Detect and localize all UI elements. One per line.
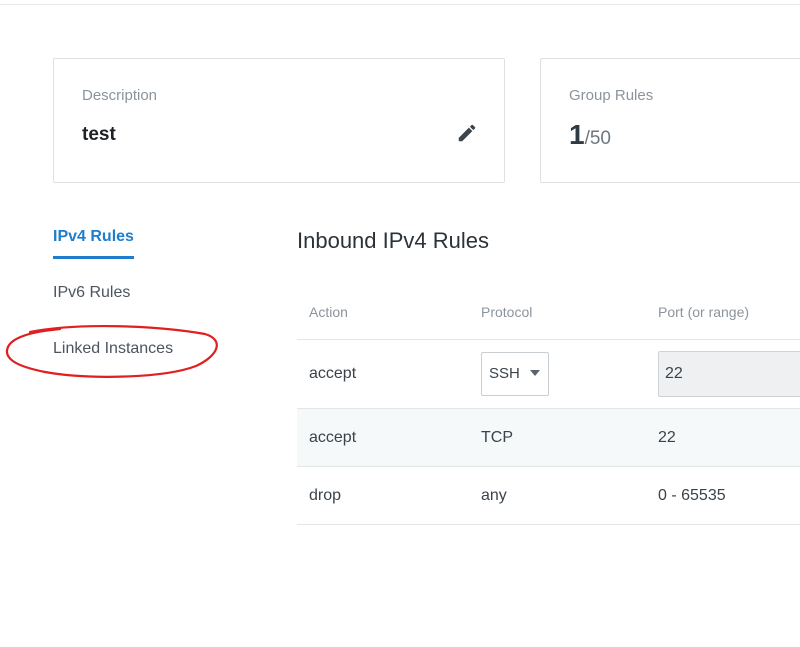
protocol-select[interactable]: SSH bbox=[481, 352, 549, 396]
description-card: Description test bbox=[53, 58, 505, 183]
edit-row-port-cell bbox=[646, 339, 800, 409]
row-action: drop bbox=[297, 466, 469, 525]
header-port: Port (or range) bbox=[646, 285, 800, 340]
pencil-icon[interactable] bbox=[456, 122, 478, 144]
group-rules-label: Group Rules bbox=[569, 87, 654, 104]
description-label: Description bbox=[82, 87, 158, 104]
port-input[interactable] bbox=[658, 351, 800, 397]
rules-table: Action Protocol Port (or range) accept S… bbox=[297, 285, 800, 525]
table-header-row: Action Protocol Port (or range) bbox=[297, 285, 800, 340]
group-rules-limit: /50 bbox=[584, 128, 611, 149]
caret-down-icon bbox=[530, 370, 540, 376]
header-action: Action bbox=[297, 285, 469, 340]
edit-row-protocol-cell: SSH bbox=[469, 339, 646, 409]
group-rules-count-value: 1 bbox=[569, 119, 585, 150]
table-row-edit: accept SSH bbox=[297, 339, 800, 409]
row-protocol: any bbox=[469, 466, 646, 525]
row-port: 22 bbox=[646, 408, 800, 467]
row-action: accept bbox=[297, 408, 469, 467]
group-rules-card: Group Rules 1/50 bbox=[540, 58, 800, 183]
top-divider bbox=[0, 0, 800, 5]
row-port: 0 - 65535 bbox=[646, 466, 800, 525]
table-row: drop any 0 - 65535 bbox=[297, 466, 800, 525]
protocol-select-value: SSH bbox=[489, 365, 520, 382]
table-row: accept TCP 22 bbox=[297, 408, 800, 467]
description-value: test bbox=[82, 124, 116, 145]
side-nav-ipv4-rules[interactable]: IPv4 Rules bbox=[53, 228, 134, 259]
row-protocol: TCP bbox=[469, 408, 646, 467]
edit-row-action: accept bbox=[297, 339, 469, 409]
side-nav-ipv6-rules[interactable]: IPv6 Rules bbox=[53, 284, 130, 302]
side-nav-linked-instances[interactable]: Linked Instances bbox=[53, 340, 173, 358]
group-rules-count: 1/50 bbox=[569, 119, 611, 151]
page: Description test Group Rules 1/50 IPv4 R… bbox=[0, 0, 800, 647]
header-protocol: Protocol bbox=[469, 285, 646, 340]
section-title: Inbound IPv4 Rules bbox=[297, 228, 490, 253]
